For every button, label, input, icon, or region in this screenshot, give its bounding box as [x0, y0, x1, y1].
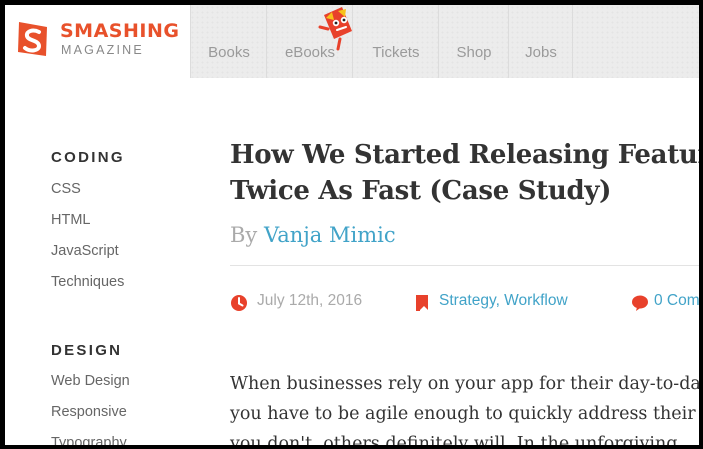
nav-item-books[interactable]: Books	[190, 5, 267, 78]
sidebar-link-css[interactable]: CSS	[51, 181, 81, 197]
logo-subtitle: MAGAZINE	[61, 43, 144, 57]
nav-item-shop[interactable]: Shop	[438, 5, 509, 78]
logo-wordmark: SMASHING	[60, 20, 180, 42]
body-line-1: When businesses rely on your app for the…	[230, 374, 699, 394]
article-tags[interactable]: Strategy, Workflow	[439, 292, 568, 310]
sidebar-heading-coding: CODING	[51, 149, 125, 166]
byline: By Vanja Mimic	[230, 223, 396, 247]
body-line-3: you don't, others definitely will. In th…	[230, 434, 678, 445]
article-title: How We Started Releasing Features Twice …	[230, 137, 699, 209]
smashing-logo-icon	[18, 22, 47, 56]
author-link[interactable]: Vanja Mimic	[264, 223, 396, 247]
nav-item-jobs[interactable]: Jobs	[508, 5, 573, 78]
publish-date: July 12th, 2016	[257, 292, 363, 309]
sidebar-link-javascript[interactable]: JavaScript	[51, 243, 119, 259]
clock-icon	[231, 295, 247, 311]
divider	[230, 265, 699, 266]
article-title-line-1: How We Started Releasing Features	[230, 140, 699, 170]
comments-link[interactable]: 0 Comments	[654, 292, 699, 310]
nav-item-tickets[interactable]: Tickets	[352, 5, 439, 78]
body-line-2: you have to be agile enough to quickly a…	[230, 404, 699, 424]
byline-prefix: By	[230, 223, 258, 247]
article-body: When businesses rely on your app for the…	[230, 369, 699, 445]
comment-icon	[632, 295, 648, 311]
sidebar-link-responsive[interactable]: Responsive	[51, 404, 127, 420]
logo[interactable]: SMASHING MAGAZINE	[5, 5, 190, 78]
page: SMASHING MAGAZINE Books eBooks Tickets S…	[5, 5, 699, 445]
nav-spacer	[572, 5, 699, 78]
sidebar-link-typography[interactable]: Typography	[51, 435, 127, 445]
sidebar-link-techniques[interactable]: Techniques	[51, 274, 124, 290]
sidebar-link-web-design[interactable]: Web Design	[51, 373, 130, 389]
article-title-line-2: Twice As Fast (Case Study)	[230, 176, 612, 206]
site-header: SMASHING MAGAZINE Books eBooks Tickets S…	[5, 5, 699, 78]
main-nav: Books eBooks Tickets Shop Jobs	[190, 5, 699, 78]
sidebar-link-html[interactable]: HTML	[51, 212, 90, 228]
sidebar-heading-design: DESIGN	[51, 342, 123, 359]
bookmark-icon	[416, 295, 428, 311]
mascot-cat-icon	[318, 7, 352, 51]
